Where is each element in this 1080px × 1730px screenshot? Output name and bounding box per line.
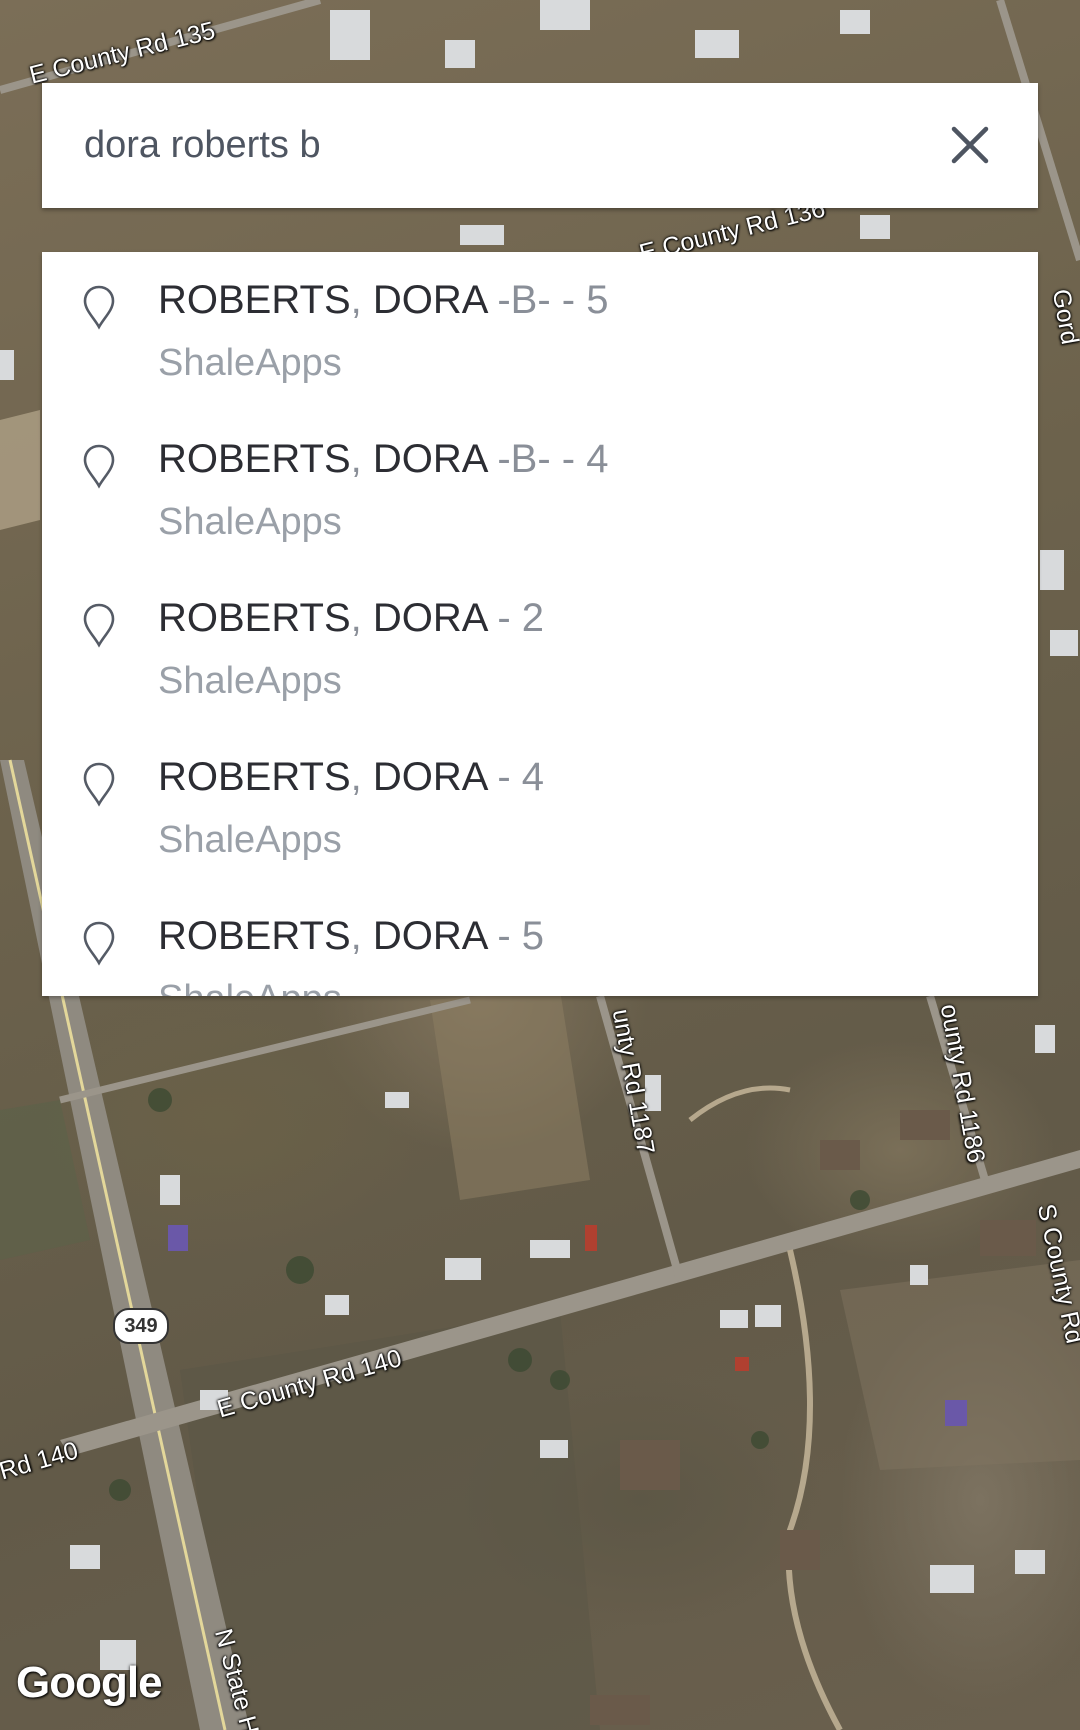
result-item[interactable]: ROBERTS, DORA - 2 ShaleApps xyxy=(42,570,1038,729)
result-suffix: - 5 xyxy=(486,914,545,958)
result-source: ShaleApps xyxy=(158,819,342,861)
search-input[interactable] xyxy=(84,83,944,208)
close-icon xyxy=(951,126,989,164)
map-pin-icon xyxy=(83,285,115,330)
result-suffix: - 4 xyxy=(486,755,545,799)
result-item[interactable]: ROBERTS, DORA -B- - 5 ShaleApps xyxy=(42,252,1038,411)
search-bar xyxy=(42,83,1038,208)
result-suffix: - 2 xyxy=(486,596,545,640)
result-name: ROBERTS xyxy=(158,755,351,799)
result-name-2: DORA xyxy=(361,755,487,799)
result-name: ROBERTS xyxy=(158,914,351,958)
result-source: ShaleApps xyxy=(158,342,342,384)
result-separator: , xyxy=(350,755,362,799)
highway-shield: 349 xyxy=(113,1308,169,1344)
map-pin-icon xyxy=(83,921,115,966)
result-title: ROBERTS, DORA - 2 xyxy=(158,596,544,641)
result-name-2: DORA xyxy=(361,278,487,322)
result-source: ShaleApps xyxy=(158,660,342,702)
result-item[interactable]: ROBERTS, DORA - 5 ShaleApps xyxy=(42,888,1038,996)
map-pin-icon xyxy=(83,444,115,489)
result-name-2: DORA xyxy=(361,914,487,958)
result-separator: , xyxy=(350,437,362,481)
result-name: ROBERTS xyxy=(158,596,351,640)
result-suffix: -B- - 5 xyxy=(486,278,609,322)
result-separator: , xyxy=(350,278,362,322)
result-name-2: DORA xyxy=(361,596,487,640)
result-title: ROBERTS, DORA -B- - 5 xyxy=(158,278,608,323)
result-title: ROBERTS, DORA -B- - 4 xyxy=(158,437,608,482)
search-results-list: ROBERTS, DORA -B- - 5 ShaleApps ROBERTS,… xyxy=(42,252,1038,996)
result-separator: , xyxy=(350,596,362,640)
result-suffix: -B- - 4 xyxy=(486,437,609,481)
result-title: ROBERTS, DORA - 5 xyxy=(158,914,544,959)
map-pin-icon xyxy=(83,762,115,807)
result-item[interactable]: ROBERTS, DORA - 4 ShaleApps xyxy=(42,729,1038,888)
clear-search-button[interactable] xyxy=(940,115,1000,175)
result-source: ShaleApps xyxy=(158,501,342,543)
map-pin-icon xyxy=(83,603,115,648)
result-source: ShaleApps xyxy=(158,978,342,996)
result-name-2: DORA xyxy=(361,437,487,481)
result-title: ROBERTS, DORA - 4 xyxy=(158,755,544,800)
result-separator: , xyxy=(350,914,362,958)
result-name: ROBERTS xyxy=(158,437,351,481)
google-logo: Google xyxy=(16,1658,163,1707)
result-item[interactable]: ROBERTS, DORA -B- - 4 ShaleApps xyxy=(42,411,1038,570)
result-name: ROBERTS xyxy=(158,278,351,322)
